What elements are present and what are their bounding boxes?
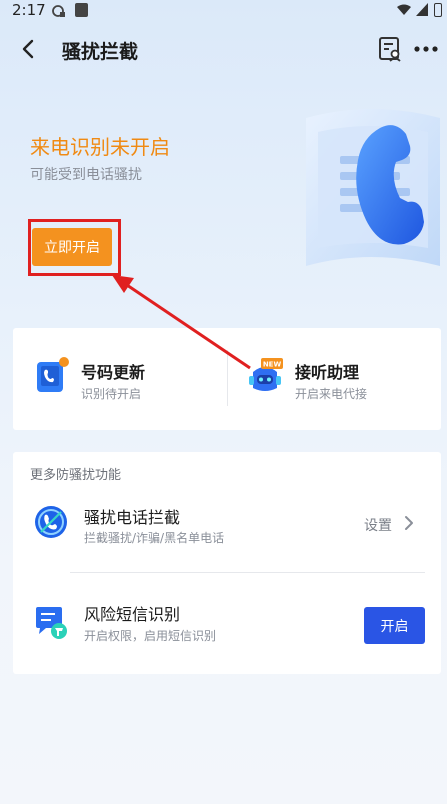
more-features-card: 更多防骚扰功能 骚扰电话拦截 拦截骚扰/诈骗/黑名单电话 设置 风险短信识别 开… [13, 452, 441, 674]
list-item-desc: 开启权限，启用短信识别 [84, 629, 217, 643]
status-bar: 2:17 [0, 0, 447, 24]
page-title: 骚扰拦截 [62, 41, 139, 63]
feature-desc: 开启来电代接 [295, 387, 368, 401]
list-item-desc: 拦截骚扰/诈骗/黑名单电话 [84, 531, 225, 545]
app-notification-icon [75, 3, 88, 17]
robot-assistant-icon: NEW [249, 358, 283, 391]
signal-icon [416, 3, 428, 16]
list-item-sms-risk: 风险短信识别 开启权限，启用短信识别 开启 [13, 582, 441, 662]
record-list-icon[interactable] [378, 36, 402, 62]
feature-call-assistant[interactable]: NEW 接听助理 开启来电代接 [227, 328, 441, 430]
list-item-name: 骚扰电话拦截 [84, 508, 181, 527]
feature-name: 接听助理 [295, 363, 360, 382]
top-app-bar: 骚扰拦截 [0, 24, 447, 74]
wifi-icon [397, 4, 411, 15]
status-time: 2:17 [12, 1, 46, 19]
caller-id-status-subtitle: 可能受到电话骚扰 [30, 167, 142, 183]
feature-name: 号码更新 [81, 363, 146, 382]
chevron-right-icon [405, 516, 413, 530]
list-divider [70, 572, 425, 573]
sms-shield-icon [36, 607, 67, 639]
phone-book-icon [37, 357, 69, 392]
settings-link[interactable]: 设置 [364, 515, 392, 535]
more-options-icon[interactable] [412, 38, 440, 60]
call-block-icon [35, 506, 67, 538]
caller-id-status-title: 来电识别未开启 [30, 135, 170, 159]
back-arrow-icon[interactable] [16, 36, 42, 62]
new-badge: NEW [263, 361, 282, 369]
notification-icon [52, 5, 65, 17]
battery-icon [434, 3, 442, 17]
enable-sms-button[interactable]: 开启 [364, 607, 425, 644]
list-item-call-block[interactable]: 骚扰电话拦截 拦截骚扰/诈骗/黑名单电话 设置 [13, 482, 441, 562]
feature-number-update[interactable]: 号码更新 识别待开启 [13, 328, 227, 430]
section-title: 更多防骚扰功能 [30, 468, 122, 483]
annotation-highlight-box [28, 219, 121, 276]
phone-shield-illustration-icon [306, 109, 440, 266]
feature-desc: 识别待开启 [81, 387, 142, 401]
feature-card: 号码更新 识别待开启 NEW 接听助理 开启来电代接 [13, 328, 441, 430]
list-item-name: 风险短信识别 [84, 605, 181, 624]
